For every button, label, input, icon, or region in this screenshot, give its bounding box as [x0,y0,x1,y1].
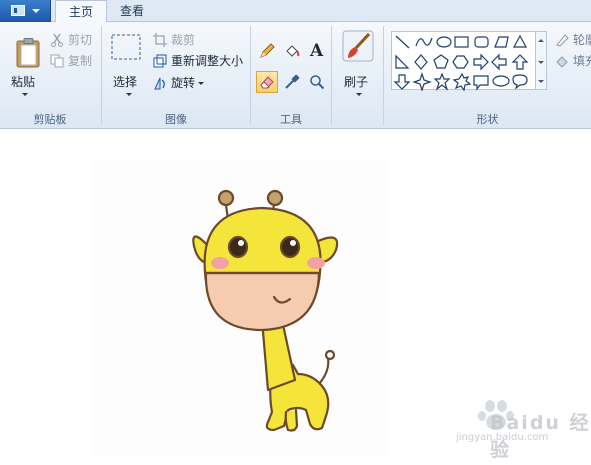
color-picker-tool[interactable] [281,71,303,93]
fill-bucket-icon [556,56,568,68]
fill-label: 填充 [573,54,591,68]
cut-button[interactable]: 剪切 [48,31,92,49]
crop-icon [153,33,167,47]
rotate-button[interactable]: 旋转 [151,74,205,92]
tools-group-label: 工具 [280,113,302,126]
chevron-up-icon [538,39,544,42]
eraser-icon [260,76,274,89]
resize-button[interactable]: 重新调整大小 [151,52,243,70]
pencil-icon [260,43,275,58]
clipboard-icon [16,38,40,68]
selection-rect-icon [111,34,141,60]
copy-icon [50,54,64,68]
ribbon-tab-strip: 主页 查看 [0,0,591,23]
chevron-down-icon [356,93,362,96]
resize-icon [153,54,167,68]
chevron-down-icon [126,93,132,96]
text-icon: A [310,41,324,61]
shapes-group-label: 形状 [476,113,499,126]
resize-label: 重新调整大小 [171,54,244,68]
color-picker-icon [285,74,300,89]
text-tool[interactable]: A [306,40,328,62]
crop-button[interactable]: 裁剪 [151,31,195,49]
shapes-grid [393,34,529,92]
chevron-down-icon [538,61,544,64]
paste-button[interactable]: 粘贴 [6,28,42,108]
cut-label: 剪切 [68,33,93,47]
pencil-tool[interactable] [256,40,278,62]
canvas-image[interactable] [90,160,390,455]
chevron-down-icon [22,93,28,96]
chevron-down-icon [198,82,205,85]
crop-label: 裁剪 [171,33,196,47]
brushes-label: 刷子 [344,75,369,89]
rotate-label: 旋转 [171,76,196,90]
select-label: 选择 [113,75,138,89]
magnifier-tool[interactable] [306,71,328,93]
app-menu-button[interactable] [0,0,51,22]
paint-app-menu-icon [11,5,25,16]
ribbon-divider [331,26,332,125]
paste-label: 粘贴 [11,75,36,89]
eraser-tool[interactable] [256,71,278,93]
fill-tool[interactable] [281,40,303,62]
shapes-gallery-scrollbar[interactable] [536,31,547,90]
ribbon: 粘贴 剪切 复制 剪贴板 选择 裁剪 重新调整大小 旋转 图像 A 工具 刷子 … [0,22,591,129]
gallery-expand-icon [538,80,544,83]
giraffe-drawing [192,189,339,432]
tab-home[interactable]: 主页 [55,0,108,23]
shapes-gallery [391,31,536,92]
scissors-icon [51,33,63,47]
clipboard-group-label: 剪贴板 [33,113,67,126]
brushes-button[interactable]: 刷子 [338,28,378,108]
fill-icon [286,45,300,57]
tab-view[interactable]: 查看 [107,0,157,23]
outline-label: 轮廓 [573,33,591,47]
copy-button[interactable]: 复制 [48,52,92,70]
outline-icon [556,34,569,47]
watermark-url: jingyan.baidu.com [456,432,549,443]
chevron-down-icon [32,9,40,13]
brush-icon [342,30,374,62]
fill-button[interactable]: 填充 [553,52,591,70]
select-button[interactable]: 选择 [106,28,146,108]
outline-button[interactable]: 轮廓 [553,31,591,49]
magnifier-icon [310,75,325,90]
rotate-icon [154,77,165,90]
copy-label: 复制 [68,54,93,68]
image-group-label: 图像 [165,113,187,126]
